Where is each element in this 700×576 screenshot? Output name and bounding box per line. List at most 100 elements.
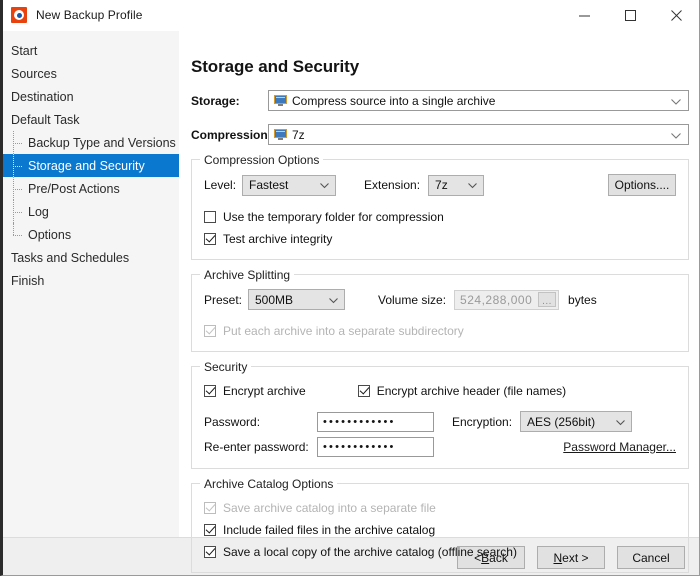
volume-size-value: 524,288,000 bbox=[460, 292, 533, 307]
settings-panel: Storage and Security Storage: Compress s… bbox=[179, 31, 699, 573]
compression-options-title: Compression Options bbox=[200, 153, 324, 167]
sidebar-item-storage-and-security[interactable]: Storage and Security bbox=[3, 154, 179, 177]
separate-subdirectory-checkbox: Put each archive into a separate subdire… bbox=[204, 321, 676, 340]
checkbox-box-icon bbox=[204, 523, 216, 536]
archive-splitting-group: Archive Splitting Preset: 500MB Volume s… bbox=[191, 268, 689, 352]
password-value: •••••••••••• bbox=[323, 415, 396, 428]
chevron-down-icon bbox=[671, 94, 681, 108]
storage-value: Compress source into a single archive bbox=[292, 93, 496, 108]
preset-select[interactable]: 500MB bbox=[248, 289, 345, 310]
sidebar-item-label: Backup Type and Versions bbox=[28, 135, 176, 150]
save-catalog-separate-file-checkbox: Save archive catalog into a separate fil… bbox=[204, 498, 676, 517]
encryption-label: Encryption: bbox=[452, 414, 513, 429]
sidebar-item-options[interactable]: Options bbox=[3, 223, 179, 246]
chevron-down-icon bbox=[329, 293, 338, 307]
close-icon[interactable] bbox=[653, 0, 699, 30]
sidebar-item-label: Start bbox=[11, 43, 38, 58]
password-manager-link[interactable]: Password Manager... bbox=[563, 440, 676, 454]
compression-value: 7z bbox=[292, 127, 305, 142]
chevron-down-icon bbox=[616, 415, 625, 429]
sidebar-item-start[interactable]: Start bbox=[3, 39, 179, 62]
sidebar-item-label: Destination bbox=[11, 89, 74, 104]
sidebar-item-finish[interactable]: Finish bbox=[3, 269, 179, 292]
checkbox-label: Save a local copy of the archive catalog… bbox=[223, 544, 517, 559]
password-row: Password: •••••••••••• Encryption: AES (… bbox=[204, 411, 676, 432]
encryption-select[interactable]: AES (256bit) bbox=[520, 411, 633, 432]
window-controls bbox=[561, 0, 699, 30]
compression-options-group: Compression Options Level: Fastest Exten… bbox=[191, 153, 689, 260]
preset-value: 500MB bbox=[255, 292, 294, 307]
tree-branch-icon bbox=[11, 223, 28, 246]
maximize-icon[interactable] bbox=[607, 0, 653, 30]
checkbox-box-icon bbox=[204, 324, 216, 337]
sidebar-item-label: Log bbox=[28, 204, 49, 219]
archive-catalog-title: Archive Catalog Options bbox=[200, 477, 338, 491]
checkbox-box-icon bbox=[204, 545, 216, 558]
backup-app-icon bbox=[11, 7, 27, 23]
sidebar-item-log[interactable]: Log bbox=[3, 200, 179, 223]
level-value: Fastest bbox=[249, 178, 289, 192]
checkbox-box-icon bbox=[204, 232, 216, 245]
volume-size-label: Volume size: bbox=[378, 292, 447, 307]
use-temp-folder-checkbox[interactable]: Use the temporary folder for compression bbox=[204, 207, 676, 226]
sidebar-item-label: Pre/Post Actions bbox=[28, 181, 120, 196]
preset-label: Preset: bbox=[204, 292, 243, 307]
sidebar-item-label: Default Task bbox=[11, 112, 80, 127]
extension-select[interactable]: 7z bbox=[428, 174, 485, 196]
encrypt-archive-header-checkbox[interactable]: Encrypt archive header (file names) bbox=[357, 381, 566, 400]
save-local-copy-checkbox[interactable]: Save a local copy of the archive catalog… bbox=[204, 542, 676, 561]
test-archive-integrity-checkbox[interactable]: Test archive integrity bbox=[204, 229, 676, 248]
chevron-down-icon bbox=[671, 128, 681, 142]
compression-dropdown[interactable]: 7z bbox=[268, 124, 689, 145]
sidebar-item-sources[interactable]: Sources bbox=[3, 62, 179, 85]
chevron-down-icon bbox=[320, 178, 329, 192]
level-extension-row: Level: Fastest Extension: 7z Options.... bbox=[204, 174, 676, 196]
sidebar-item-default-task[interactable]: Default Task bbox=[3, 108, 179, 131]
volume-size-input[interactable]: 524,288,000 ... bbox=[454, 289, 560, 310]
minimize-icon[interactable] bbox=[561, 0, 607, 30]
computer-monitor-icon bbox=[274, 129, 287, 140]
level-label: Level: bbox=[204, 178, 237, 192]
sidebar-item-backup-type-and-versions[interactable]: Backup Type and Versions bbox=[3, 131, 179, 154]
volume-size-browse-button[interactable]: ... bbox=[538, 292, 557, 307]
tree-branch-icon bbox=[11, 154, 28, 177]
level-select[interactable]: Fastest bbox=[242, 174, 336, 196]
sidebar-item-tasks-and-schedules[interactable]: Tasks and Schedules bbox=[3, 246, 179, 269]
reenter-password-input[interactable]: •••••••••••• bbox=[317, 437, 434, 457]
compression-row: Compression: 7z bbox=[191, 124, 689, 145]
sidebar-item-label: Tasks and Schedules bbox=[11, 250, 130, 265]
checkbox-label: Save archive catalog into a separate fil… bbox=[223, 500, 436, 515]
sidebar-item-destination[interactable]: Destination bbox=[3, 85, 179, 108]
storage-label: Storage: bbox=[191, 93, 240, 108]
checkbox-box-icon bbox=[204, 384, 216, 397]
sidebar-item-label: Finish bbox=[11, 273, 45, 288]
sidebar-item-pre-post-actions[interactable]: Pre/Post Actions bbox=[3, 177, 179, 200]
new-backup-profile-window: New Backup Profile Start Sources Destina… bbox=[0, 0, 700, 576]
checkbox-label: Put each archive into a separate subdire… bbox=[223, 323, 464, 338]
extension-value: 7z bbox=[435, 178, 448, 192]
password-label: Password: bbox=[204, 414, 261, 429]
window-body: Start Sources Destination Default Task B… bbox=[3, 31, 699, 573]
security-group: Security Encrypt archive Encrypt archive… bbox=[191, 360, 689, 469]
include-failed-files-checkbox[interactable]: Include failed files in the archive cata… bbox=[204, 520, 676, 539]
checkbox-label: Test archive integrity bbox=[223, 231, 333, 246]
sidebar-item-label: Options bbox=[28, 227, 72, 242]
archive-catalog-options-group: Archive Catalog Options Save archive cat… bbox=[191, 477, 689, 573]
window-title: New Backup Profile bbox=[36, 8, 143, 22]
checkbox-label: Encrypt archive bbox=[223, 383, 306, 398]
compression-label: Compression: bbox=[191, 127, 272, 142]
password-input[interactable]: •••••••••••• bbox=[317, 411, 434, 432]
storage-dropdown[interactable]: Compress source into a single archive bbox=[268, 90, 689, 111]
checkbox-box-icon bbox=[204, 501, 216, 514]
titlebar: New Backup Profile bbox=[3, 0, 699, 31]
encrypt-archive-checkbox[interactable]: Encrypt archive bbox=[204, 381, 306, 400]
tree-branch-icon bbox=[11, 131, 28, 154]
checkbox-label: Use the temporary folder for compression bbox=[223, 209, 444, 224]
checkbox-label: Include failed files in the archive cata… bbox=[223, 522, 436, 537]
chevron-down-icon bbox=[468, 178, 477, 192]
reenter-password-label: Re-enter password: bbox=[204, 440, 309, 454]
compression-options-button[interactable]: Options.... bbox=[608, 174, 676, 196]
bytes-label: bytes bbox=[568, 292, 597, 307]
reenter-password-row: Re-enter password: •••••••••••• Password… bbox=[204, 437, 676, 457]
encryption-value: AES (256bit) bbox=[527, 414, 596, 429]
